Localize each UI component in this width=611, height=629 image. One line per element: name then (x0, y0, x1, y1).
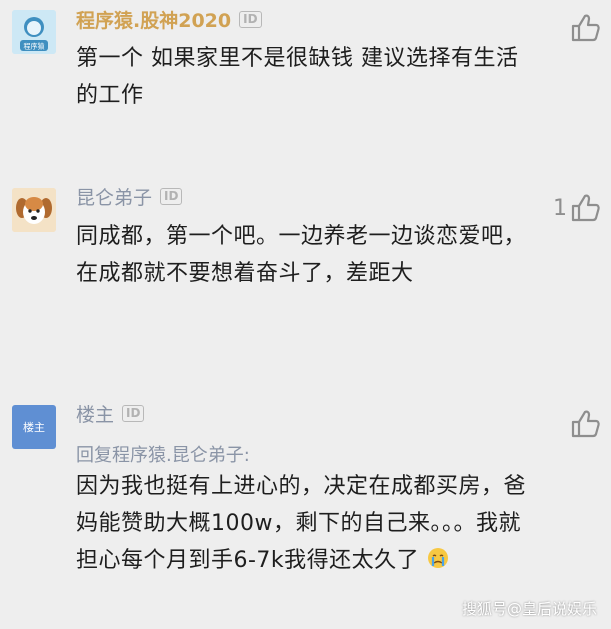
comment-text-body: 因为我也挺有上进心的，决定在成都买房，爸妈能赞助大概100w，剩下的自己来。。。… (76, 474, 527, 573)
like-button[interactable]: 1 (553, 192, 601, 224)
like-button[interactable] (567, 12, 601, 44)
crying-face-icon (427, 544, 449, 581)
thumbs-up-icon (571, 410, 600, 438)
username[interactable]: 程序猿.股神2020 (76, 6, 231, 33)
watermark: 搜狐号@皇后说娱乐 (461, 600, 597, 618)
comment-2: 昆仑弟子 ID 同成都，第一个吧。一边养老一边谈恋爱吧，在成都就不要想着奋斗了，… (0, 170, 611, 370)
reply-to-label[interactable]: 回复程序猿.昆仑弟子: (76, 441, 250, 467)
id-badge-icon: ID (239, 11, 262, 28)
avatar-label: 楼主 (23, 421, 45, 434)
name-row: 昆仑弟子 ID (76, 183, 183, 210)
comment-1: 程序猿 程序猿.股神2020 ID 第一个 如果家里不是很缺钱 建议选择有生活的… (0, 0, 611, 170)
name-row: 程序猿.股神2020 ID (76, 6, 262, 33)
username[interactable]: 楼主 (76, 400, 114, 427)
comment-text: 同成都，第一个吧。一边养老一边谈恋爱吧，在成都就不要想着奋斗了，差距大 (76, 224, 527, 286)
avatar-op[interactable]: 楼主 (12, 405, 56, 449)
comment-3: 楼主 楼主 ID 回复程序猿.昆仑弟子: 因为我也挺有上进心的，决定在成都买房，… (0, 390, 611, 629)
username[interactable]: 昆仑弟子 (76, 183, 152, 210)
dog-avatar-icon (12, 188, 56, 232)
name-row: 楼主 ID (76, 400, 145, 427)
avatar-programmer[interactable]: 程序猿 (12, 10, 56, 54)
programmer-avatar-icon: 程序猿 (12, 10, 56, 54)
id-badge-icon: ID (160, 188, 183, 205)
avatar-label: 程序猿 (24, 42, 45, 51)
id-badge-icon: ID (122, 405, 145, 422)
comment-text: 第一个 如果家里不是很缺钱 建议选择有生活的工作 (76, 46, 519, 108)
like-button[interactable] (567, 408, 601, 440)
avatar-dog[interactable] (12, 188, 56, 232)
thumbs-up-icon (571, 14, 600, 42)
like-count: 1 (553, 195, 567, 221)
comment-text: 因为我也挺有上进心的，决定在成都买房，爸妈能赞助大概100w，剩下的自己来。。。… (76, 468, 536, 581)
thumbs-up-icon (571, 194, 600, 222)
